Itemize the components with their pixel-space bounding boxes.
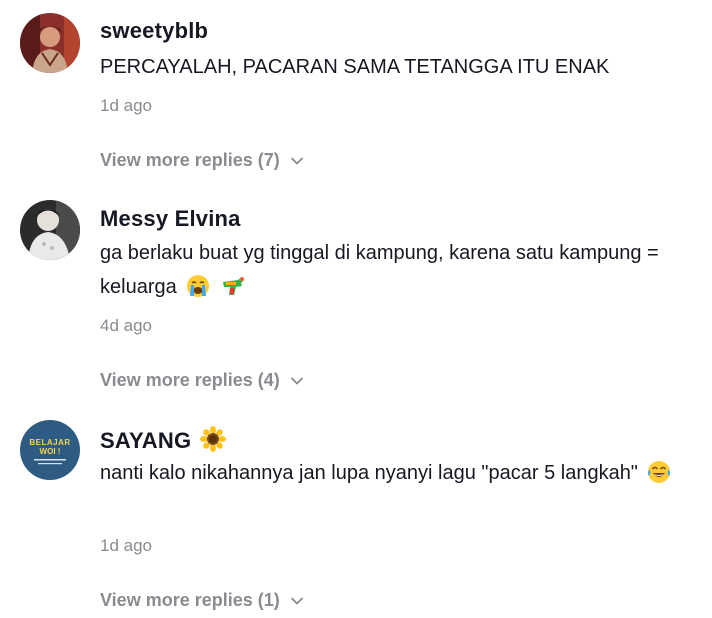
comment-time: 1d ago bbox=[100, 536, 152, 555]
sunflower-emoji-icon bbox=[199, 426, 226, 452]
chevron-down-icon bbox=[290, 377, 303, 384]
username[interactable]: SAYANG bbox=[100, 426, 226, 454]
username[interactable]: Messy Elvina bbox=[100, 206, 241, 232]
avatar[interactable] bbox=[20, 13, 80, 73]
view-more-replies-label: View more replies (1) bbox=[100, 590, 280, 610]
comment-time: 1d ago bbox=[100, 96, 152, 115]
chevron-down-icon bbox=[290, 597, 303, 604]
water-pistol-emoji-icon bbox=[222, 277, 244, 295]
view-more-replies-button[interactable]: View more replies (1) bbox=[100, 590, 304, 611]
comment-text: nanti kalo nikahannya jan lupa nyanyi la… bbox=[100, 456, 690, 490]
user-photo-icon bbox=[20, 200, 80, 260]
comment-text-content: PERCAYALAH, PACARAN SAMA TETANGGA ITU EN… bbox=[100, 56, 610, 78]
view-more-replies-button[interactable]: View more replies (4) bbox=[100, 370, 304, 391]
view-more-replies-label: View more replies (4) bbox=[100, 370, 280, 390]
username[interactable]: sweetyblb bbox=[100, 18, 208, 44]
avatar[interactable] bbox=[20, 200, 80, 260]
study-logo-icon: BELAJAR WOI ! bbox=[20, 420, 80, 480]
comment-text: ga berlaku buat yg tinggal di kampung, k… bbox=[100, 236, 690, 304]
username-label: SAYANG bbox=[100, 428, 192, 453]
avatar[interactable]: BELAJAR WOI ! bbox=[20, 420, 80, 480]
chevron-down-icon bbox=[290, 157, 303, 164]
svg-text:BELAJAR: BELAJAR bbox=[29, 438, 70, 447]
tears-of-joy-emoji-icon bbox=[648, 461, 671, 483]
svg-text:WOI !: WOI ! bbox=[40, 447, 61, 456]
user-photo-icon bbox=[20, 13, 80, 73]
comment-time: 4d ago bbox=[100, 316, 152, 335]
view-more-replies-button[interactable]: View more replies (7) bbox=[100, 150, 304, 171]
comment-text-content: ga berlaku buat yg tinggal di kampung, k… bbox=[100, 242, 659, 298]
crying-face-emoji-icon bbox=[187, 275, 210, 297]
view-more-replies-label: View more replies (7) bbox=[100, 150, 280, 170]
comment-text: PERCAYALAH, PACARAN SAMA TETANGGA ITU EN… bbox=[100, 50, 690, 84]
comment-text-content: nanti kalo nikahannya jan lupa nyanyi la… bbox=[100, 462, 638, 484]
